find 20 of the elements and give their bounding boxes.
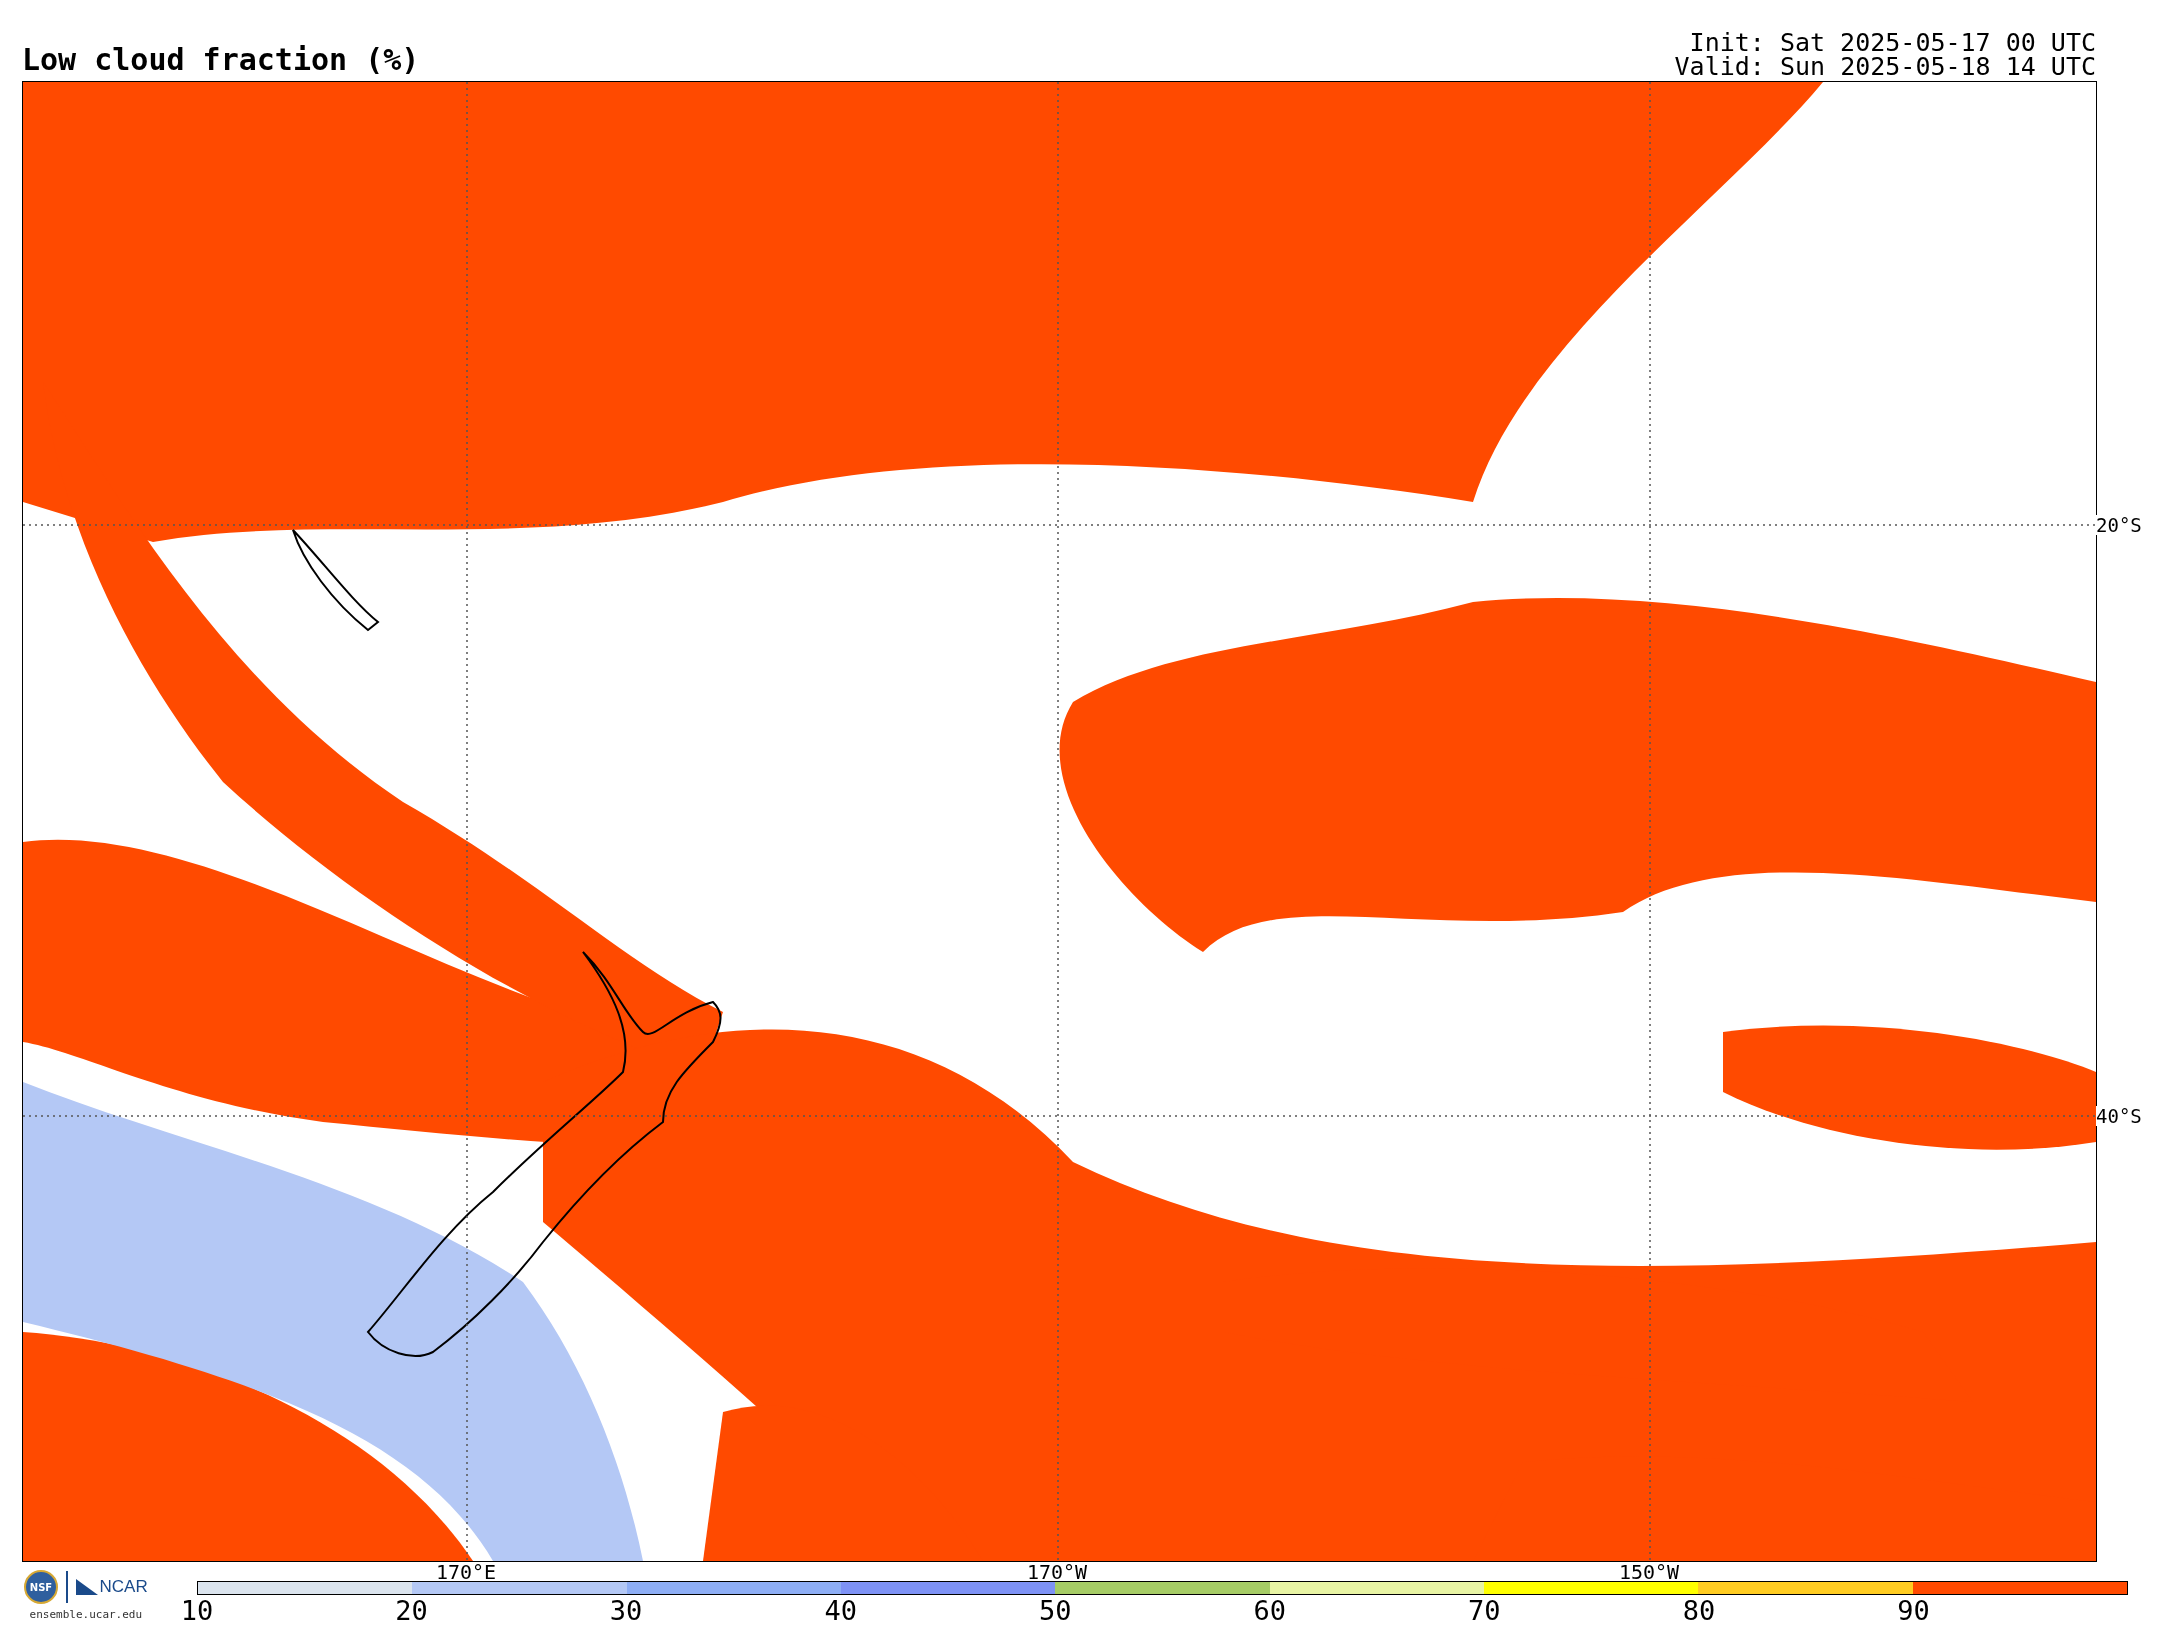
- init-time: Init: Sat 2025-05-17 00 UTC: [1689, 31, 2096, 55]
- website-label: ensemble.ucar.edu: [29, 1608, 143, 1621]
- colorbar-tick-label: 60: [1253, 1597, 1287, 1625]
- colorbar-tick-label: 90: [1897, 1597, 1930, 1625]
- nsf-logo: NSF: [24, 1570, 58, 1604]
- longitude-label: 170°W: [1026, 1562, 1088, 1582]
- longitude-label: 170°E: [435, 1562, 497, 1582]
- longitude-label: 150°W: [1618, 1562, 1680, 1582]
- ncar-logo: NCAR: [75, 1577, 148, 1597]
- colorbar-tick-label: 30: [609, 1597, 643, 1625]
- colorbar-tick-label: 70: [1468, 1597, 1501, 1625]
- latitude-label: 20°S: [2096, 515, 2142, 535]
- latitude-label: 40°S: [2096, 1106, 2142, 1126]
- colorbar-tick-label: 40: [824, 1597, 857, 1625]
- colorbar-tick-label: 50: [1039, 1597, 1072, 1625]
- chart-title: Low cloud fraction (%): [22, 43, 420, 77]
- colorbar-tick-label: 10: [180, 1597, 214, 1625]
- colorbar-tick-label: 20: [395, 1597, 428, 1625]
- valid-time: Valid: Sun 2025-05-18 14 UTC: [1674, 55, 2096, 79]
- colorbar-tick-label: 80: [1682, 1597, 1716, 1625]
